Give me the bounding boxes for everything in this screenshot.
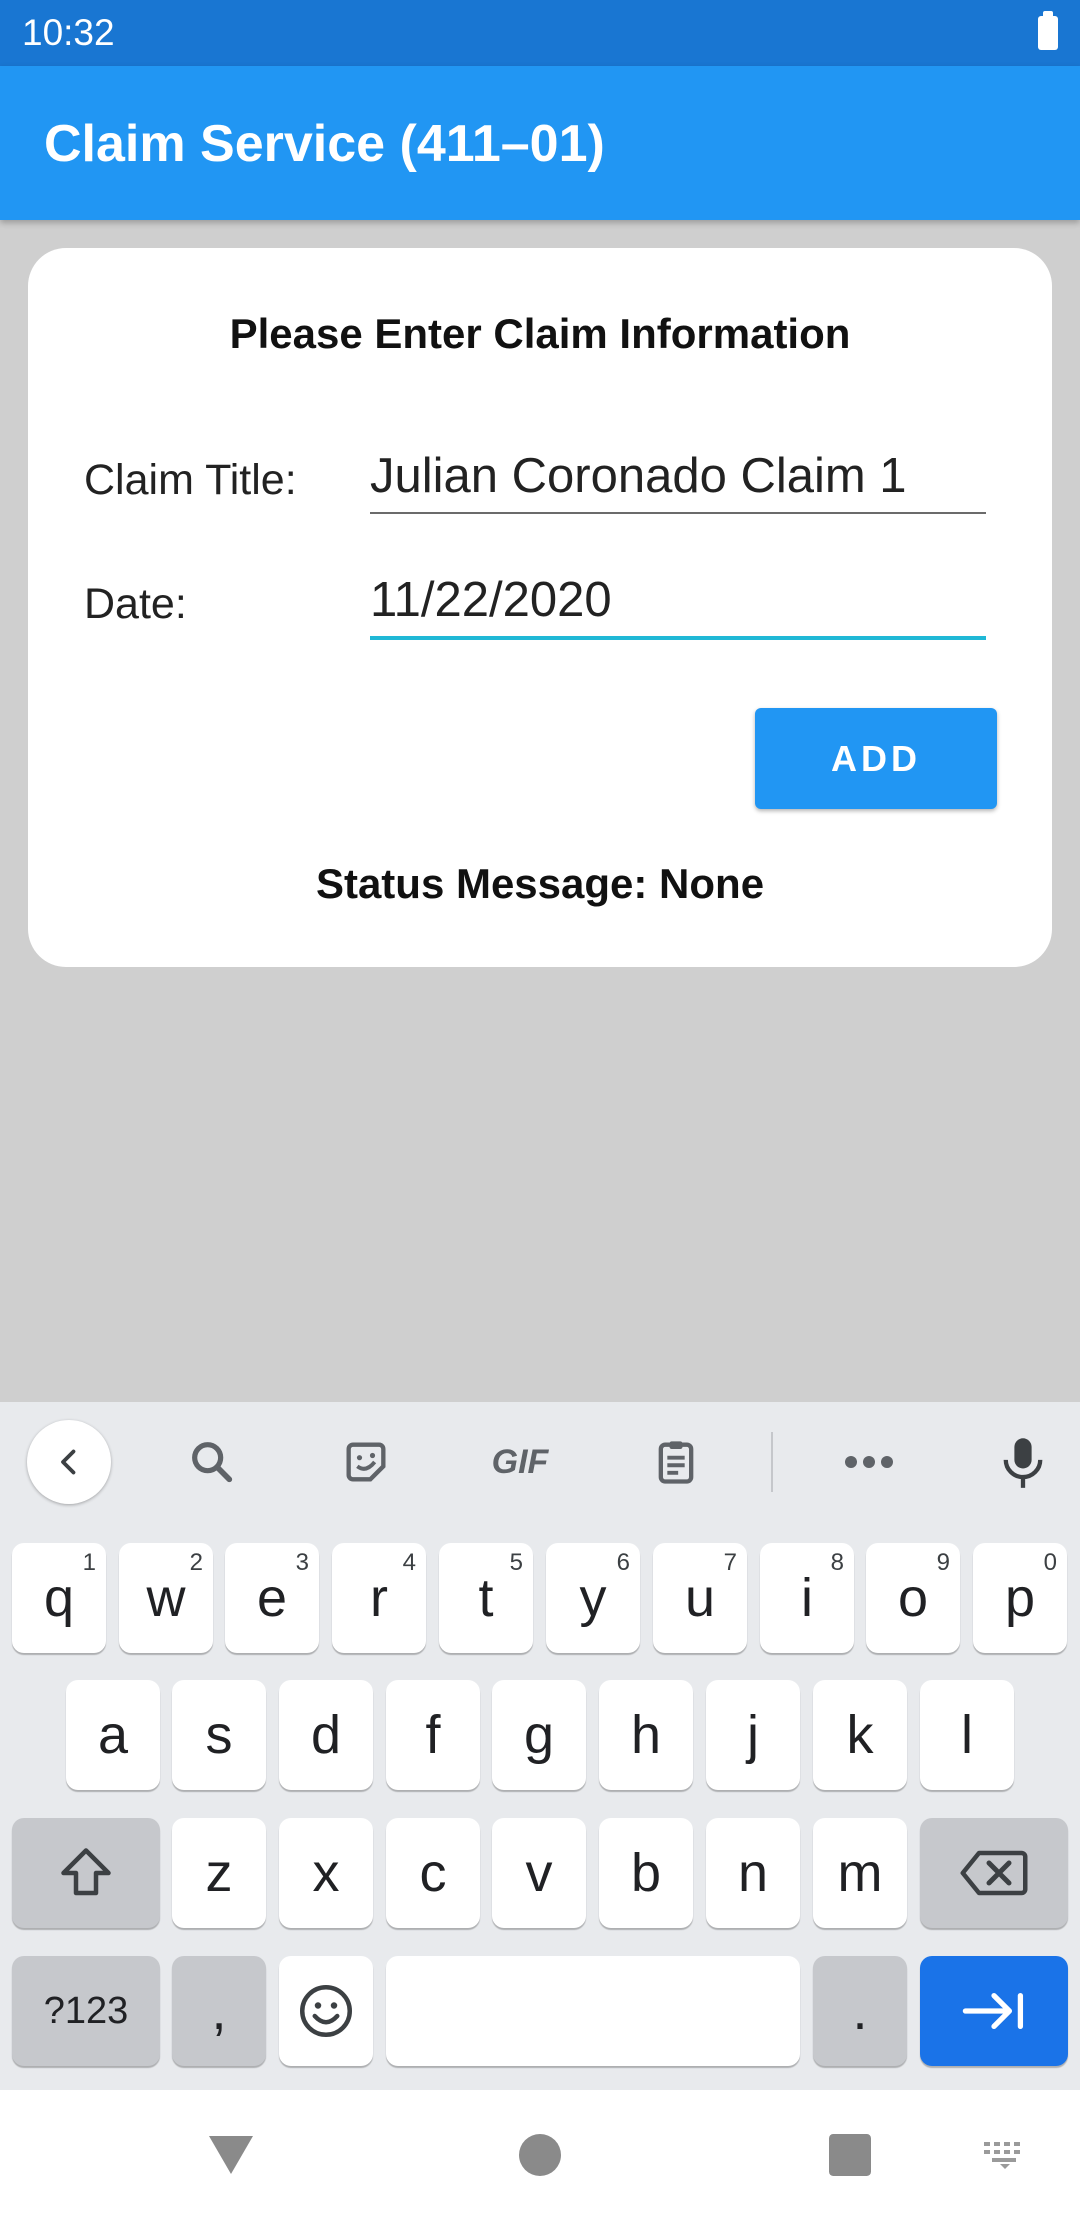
claim-title-input[interactable] [370, 448, 986, 514]
keyboard-switch-icon[interactable] [970, 2130, 1040, 2180]
key-q[interactable]: q1 [12, 1543, 106, 1653]
key-m[interactable]: m [813, 1818, 907, 1928]
system-nav-bar [0, 2090, 1080, 2220]
key-t[interactable]: t5 [439, 1543, 533, 1653]
soft-keyboard: GIF q1 w2 e3 r4 t5 y6 u7 i8 o9 p0 a s d … [0, 1402, 1080, 2090]
form-heading: Please Enter Claim Information [229, 310, 851, 357]
status-time: 10:32 [22, 12, 115, 53]
key-z[interactable]: z [172, 1818, 266, 1928]
claim-form-card: Please Enter Claim Information Claim Tit… [28, 248, 1052, 967]
key-g[interactable]: g [492, 1680, 586, 1790]
shift-key[interactable] [12, 1818, 160, 1928]
claim-title-label: Claim Title: [84, 456, 297, 504]
key-n[interactable]: n [706, 1818, 800, 1928]
space-key[interactable] [386, 1956, 800, 2066]
emoji-icon [300, 1985, 352, 2037]
key-f[interactable]: f [386, 1680, 480, 1790]
comma-key[interactable]: , [172, 1956, 266, 2066]
key-b[interactable]: b [599, 1818, 693, 1928]
sticker-icon[interactable] [326, 1422, 406, 1502]
key-w[interactable]: w2 [119, 1543, 213, 1653]
backspace-icon [960, 1850, 1028, 1896]
key-u[interactable]: u7 [653, 1543, 747, 1653]
key-i[interactable]: i8 [760, 1543, 854, 1653]
gif-icon[interactable]: GIF [480, 1422, 560, 1502]
app-bar: Claim Service (411–01) [0, 66, 1080, 220]
emoji-key[interactable] [279, 1956, 373, 2066]
tab-arrow-icon [962, 1992, 1024, 2030]
home-circle-icon[interactable] [505, 2120, 575, 2190]
key-c[interactable]: c [386, 1818, 480, 1928]
key-y[interactable]: y6 [546, 1543, 640, 1653]
toolbar-divider [771, 1432, 773, 1492]
keyboard-toolbar: GIF [0, 1402, 1080, 1522]
shift-icon [61, 1848, 111, 1896]
add-button[interactable]: ADD [755, 708, 997, 809]
key-o[interactable]: o9 [866, 1543, 960, 1653]
back-triangle-icon[interactable] [196, 2120, 266, 2190]
more-icon[interactable] [829, 1422, 909, 1502]
key-h[interactable]: h [599, 1680, 693, 1790]
period-key[interactable]: . [813, 1956, 907, 2066]
app-title: Claim Service (411–01) [44, 115, 605, 173]
symbols-key[interactable]: ?123 [12, 1956, 160, 2066]
key-v[interactable]: v [492, 1818, 586, 1928]
key-r[interactable]: r4 [332, 1543, 426, 1653]
gif-label: GIF [491, 1442, 549, 1481]
key-p[interactable]: p0 [973, 1543, 1067, 1653]
date-label: Date: [84, 580, 187, 628]
backspace-key[interactable] [920, 1818, 1068, 1928]
key-e[interactable]: e3 [225, 1543, 319, 1653]
key-a[interactable]: a [66, 1680, 160, 1790]
clipboard-icon[interactable] [636, 1422, 716, 1502]
search-icon[interactable] [172, 1422, 252, 1502]
key-s[interactable]: s [172, 1680, 266, 1790]
key-k[interactable]: k [813, 1680, 907, 1790]
recents-square-icon[interactable] [815, 2120, 885, 2190]
battery-icon [1038, 11, 1058, 50]
status-bar: 10:32 [0, 0, 1080, 66]
date-input[interactable] [370, 572, 986, 640]
key-j[interactable]: j [706, 1680, 800, 1790]
back-icon[interactable] [27, 1420, 111, 1504]
status-message: Status Message: None [315, 860, 765, 907]
key-d[interactable]: d [279, 1680, 373, 1790]
key-x[interactable]: x [279, 1818, 373, 1928]
next-field-key[interactable] [920, 1956, 1068, 2066]
mic-icon[interactable] [983, 1422, 1063, 1502]
key-l[interactable]: l [920, 1680, 1014, 1790]
